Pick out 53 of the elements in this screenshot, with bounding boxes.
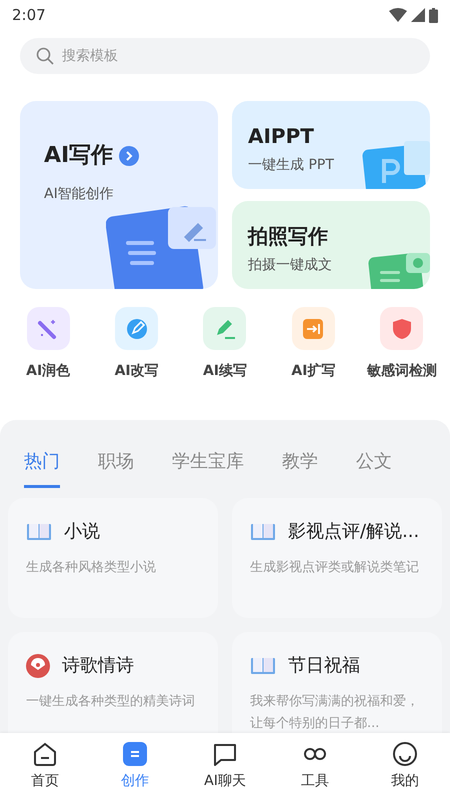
chevron-right-icon <box>119 146 140 166</box>
feature-card[interactable]: AI写作 AI智能创作 <box>20 101 218 289</box>
fan-icon <box>26 654 50 678</box>
arrow-bar-icon <box>292 307 335 350</box>
card-subtitle: 一键生成 PPT <box>248 156 334 175</box>
pencil-icon <box>203 307 246 350</box>
template-description: 一键生成各种类型的精美诗词 <box>26 693 196 711</box>
template-description: 生成影视点评类或解说类笔记 <box>250 559 420 577</box>
signal-icon <box>411 8 425 22</box>
template-description: 生成各种风格类型小说 <box>26 559 157 577</box>
feature-card[interactable]: 拍照写作 拍摄一键成文 <box>232 201 430 289</box>
template-card[interactable]: 诗歌情诗 一键生成各种类型的精美诗词 <box>8 632 218 733</box>
book-icon <box>26 522 52 542</box>
tool-label[interactable]: AI扩写 <box>291 361 336 382</box>
search-field[interactable]: 搜索模板 <box>20 38 430 74</box>
card-subtitle: 拍摄一键成文 <box>248 256 332 275</box>
home-icon <box>32 741 58 767</box>
tool-label[interactable]: 敏感词检测 <box>366 361 437 382</box>
nav-tab[interactable]: 工具 <box>270 741 360 792</box>
template-title: 诗歌情诗 <box>62 654 134 678</box>
tool-label[interactable]: AI改写 <box>114 361 159 382</box>
battery-icon <box>429 8 438 22</box>
template-title: 节日祝福 <box>288 654 360 678</box>
card-title: AI写作 <box>44 142 114 170</box>
book-icon <box>250 522 276 542</box>
template-description: 我来帮你写满满的祝福和爱，让每个特别的日子都... <box>250 693 420 733</box>
template-card[interactable]: 影视点评/解说... 生成影视点评类或解说类笔记 <box>232 498 442 618</box>
nav-tab[interactable]: 我的 <box>360 741 450 792</box>
wifi-icon <box>389 8 407 22</box>
tool-label[interactable]: AI续写 <box>202 361 248 382</box>
tool-label[interactable]: AI润色 <box>26 361 70 382</box>
document-icon <box>122 741 148 767</box>
card-subtitle: AI智能创作 <box>44 185 114 204</box>
status-time: 2:07 <box>12 4 46 26</box>
card-title: AIPPT <box>248 123 314 150</box>
slides-drawing <box>360 139 430 189</box>
chat-icon <box>212 741 238 767</box>
pen-icon <box>115 307 158 350</box>
card-title: 拍照写作 <box>248 223 328 250</box>
feature-card[interactable]: AIPPT 一键生成 PPT <box>232 101 430 189</box>
template-card[interactable]: 小说 生成各种风格类型小说 <box>8 498 218 618</box>
magic-wand-icon <box>26 307 70 350</box>
search-icon <box>36 47 54 65</box>
template-title: 影视点评/解说... <box>288 520 420 544</box>
nav-tab[interactable]: AI聊天 <box>180 741 270 792</box>
template-title: 小说 <box>64 520 100 544</box>
nav-tab[interactable]: 创作 <box>90 741 180 792</box>
template-card[interactable]: 节日祝福 我来帮你写满满的祝福和爱，让每个特别的日子都... <box>232 632 442 733</box>
category-tab[interactable]: 热门 <box>24 448 60 488</box>
book-icon <box>250 656 276 676</box>
nav-tab[interactable]: 首页 <box>0 741 90 792</box>
profile-icon <box>392 741 418 767</box>
shield-icon <box>380 307 424 350</box>
